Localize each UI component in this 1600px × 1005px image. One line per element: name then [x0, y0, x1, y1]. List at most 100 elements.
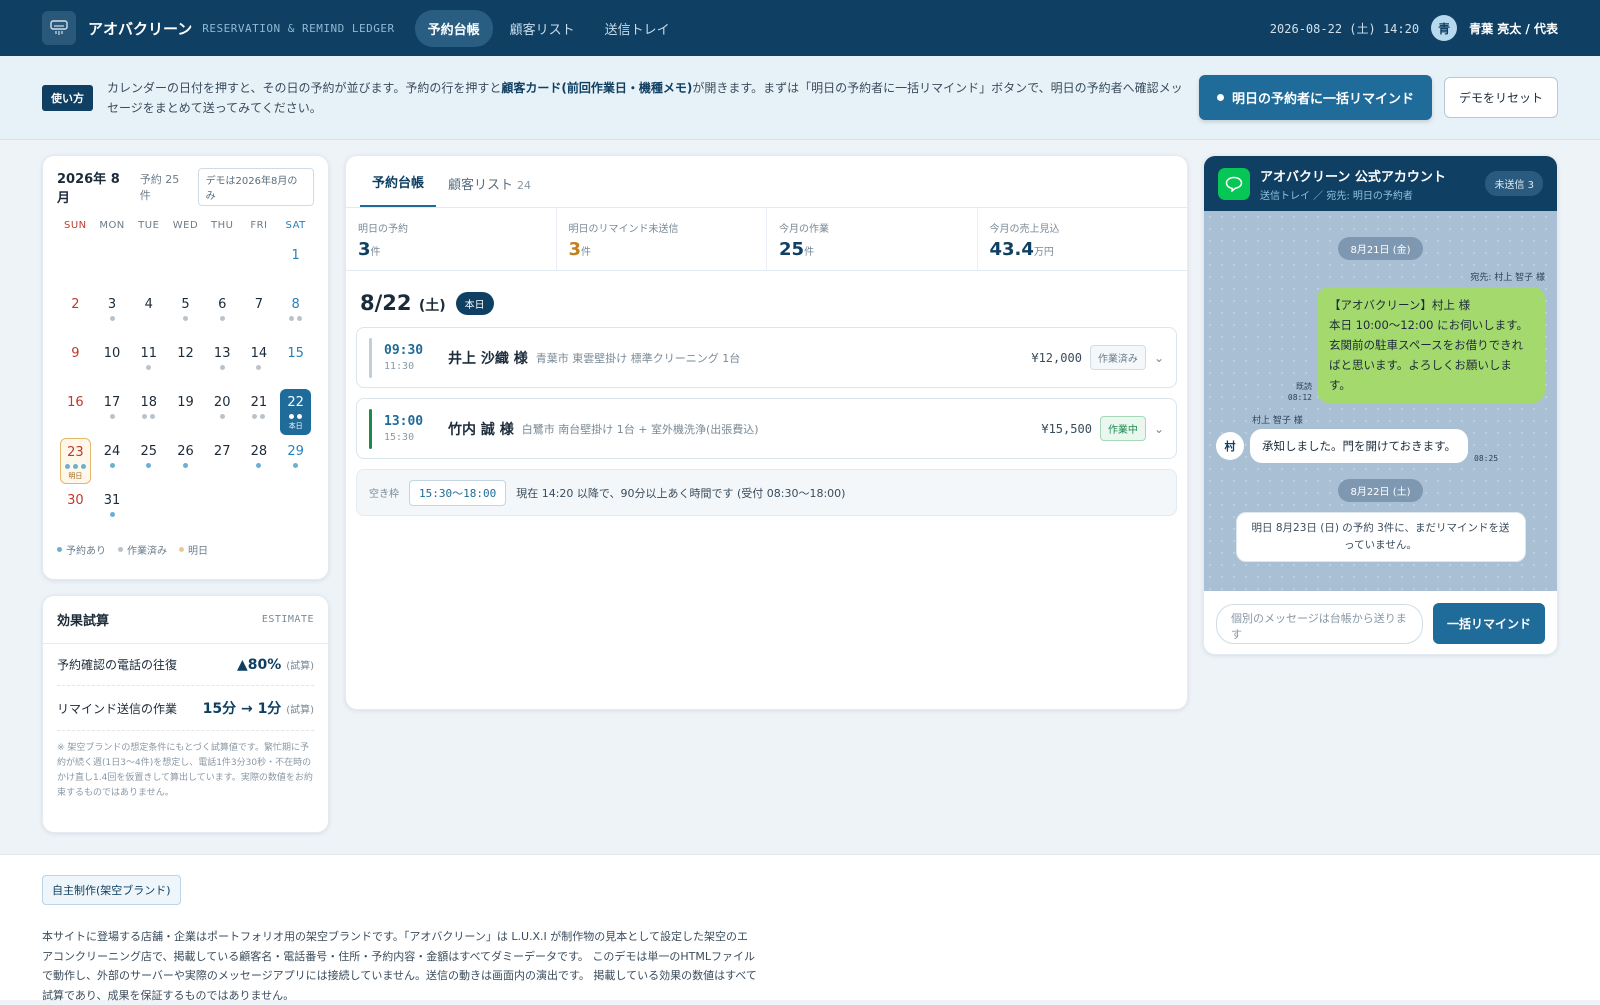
estimate-label: リマインド送信の作業 [57, 701, 178, 716]
appointment-end: 15:30 [384, 432, 415, 443]
user-avatar[interactable]: 青 [1431, 15, 1458, 41]
calendar-day[interactable]: 5 [167, 291, 204, 340]
calendar-day[interactable]: 8 [277, 291, 314, 340]
calendar-day[interactable]: 12 [167, 340, 204, 389]
chat-footer: 個別のメッセージは台帳から送ります 一括リマインド [1204, 591, 1557, 654]
calendar-day[interactable]: 4 [130, 291, 167, 340]
calendar-day[interactable]: 24 [94, 438, 131, 487]
calendar-day[interactable]: 19 [167, 389, 204, 438]
nav-tab-customers[interactable]: 顧客リスト [497, 10, 588, 47]
booking-dot [142, 414, 148, 419]
appointment-row[interactable]: 13:00 15:30 竹内 誠 様 白鷺市 南台壁掛け 1台 + 室外機洗浄(出… [356, 398, 1177, 459]
free-slot-range[interactable]: 15:30〜18:00 [409, 479, 507, 506]
day-dots [64, 464, 86, 469]
calendar-day[interactable]: 10 [94, 340, 131, 389]
booking-dot [289, 414, 295, 419]
calendar-day[interactable]: 1 [277, 242, 314, 291]
estimate-title: 効果試算 [57, 614, 110, 629]
appointment-time: 13:00 15:30 [384, 414, 448, 443]
outgoing-time: 08:12 [1287, 393, 1312, 402]
day-number: 2 [71, 297, 80, 312]
chevron-down-icon[interactable]: ⌄ [1154, 351, 1164, 365]
legend-done-dot [118, 547, 123, 552]
calendar-day[interactable]: 31 [94, 487, 131, 536]
calendar-day[interactable]: 28 [241, 438, 278, 487]
incoming-message-row: 村 承知しました。門を開けておきます。 08:25 [1216, 429, 1545, 463]
tab-ledger-label: 予約台帳 [372, 176, 425, 191]
calendar-day[interactable]: 27 [204, 438, 241, 487]
unsent-count-badge: 未送信 3 [1485, 171, 1543, 196]
chat-body[interactable]: 8月21日 (金) 宛先: 村上 智子 様 既読 08:12 【アオバクリーン】村… [1204, 211, 1557, 591]
calendar-day[interactable]: 16 [57, 389, 94, 438]
stat-label: 今月の売上見込 [989, 224, 1060, 235]
booking-dot [289, 316, 295, 321]
calendar-day[interactable]: 9 [57, 340, 94, 389]
nav-tab-ledger[interactable]: 予約台帳 [414, 9, 493, 47]
day-dots [109, 463, 115, 468]
calendar-day[interactable]: 14 [241, 340, 278, 389]
tab-customers[interactable]: 顧客リスト 24 [436, 174, 543, 207]
calendar-day[interactable]: 15 [277, 340, 314, 389]
calendar-day[interactable]: 18 [130, 389, 167, 438]
calendar-day[interactable]: 29 [277, 438, 314, 487]
stat-number: 43.4 [989, 239, 1034, 260]
calendar-day[interactable]: 25 [130, 438, 167, 487]
estimate-value-unit: (試算) [286, 660, 314, 672]
calendar-day[interactable]: 30 [57, 487, 94, 536]
calendar-day[interactable]: 26 [167, 438, 204, 487]
day-header: 8/22 (土) 本日 [346, 271, 1187, 327]
estimate-value: 15分 → 1分 (試算) [203, 698, 314, 718]
day-number: 23 [67, 445, 84, 460]
legend-done-label: 作業済み [127, 546, 167, 557]
usage-text-bold: 顧客カード(前回作業日・機種メモ) [501, 80, 693, 95]
day-number: 24 [103, 444, 121, 459]
tab-ledger[interactable]: 予約台帳 [360, 172, 437, 207]
appointment-description: 青葉市 東雲壁掛け 標準クリーニング 1台 [535, 351, 741, 365]
stat-unit: 件 [804, 247, 815, 258]
estimate-value-number: 15分 → 1分 [202, 701, 282, 717]
calendar-day[interactable]: 3 [94, 291, 131, 340]
calendar-day[interactable]: 23 明日 [60, 438, 91, 484]
stats-row: 明日の予約 3件 明日のリマインド未送信 3件 今月の作業 25件 今月の売上見込 43… [346, 208, 1187, 271]
booking-dot [297, 316, 303, 321]
day-number: 19 [177, 395, 194, 410]
status-badge: 作業中 [1099, 416, 1146, 441]
calendar-day[interactable]: 22 本日 [280, 389, 311, 435]
calendar-day[interactable]: 20 [204, 389, 241, 438]
calendar-day[interactable]: 17 [94, 389, 131, 438]
calendar-day[interactable]: 11 [130, 340, 167, 389]
day-number: 25 [140, 444, 158, 459]
weekday-header: THU [210, 220, 234, 231]
tab-customers-count: 24 [517, 179, 532, 192]
day-dots [109, 512, 115, 517]
calendar-day[interactable]: 6 [204, 291, 241, 340]
booking-dot [260, 414, 266, 419]
weekday-header: WED [172, 220, 199, 231]
calendar-legend: 予約あり 作業済み 明日 [57, 542, 208, 557]
stat-label: 明日のリマインド未送信 [568, 224, 679, 235]
calendar-day[interactable]: 7 [241, 291, 278, 340]
day-number: 12 [177, 346, 194, 361]
appointment-description: 白鷺市 南台壁掛け 1台 + 室外機洗浄(出張費込) [521, 422, 759, 436]
calendar-day[interactable]: 2 [57, 291, 94, 340]
message-recipient: 宛先: 村上 智子 様 [1470, 273, 1545, 283]
appointment-time: 09:30 11:30 [384, 343, 448, 372]
calendar-day[interactable]: 13 [204, 340, 241, 389]
bulk-remind-button[interactable]: 一括リマインド [1432, 603, 1545, 644]
nav-tab-outbox[interactable]: 送信トレイ [592, 10, 683, 47]
remind-tomorrow-button[interactable]: 明日の予約者に一括リマインド [1198, 75, 1432, 120]
calendar-day[interactable]: 21 [241, 389, 278, 438]
booking-dot [72, 464, 78, 469]
appointment-price: ¥15,500 [1041, 421, 1092, 436]
day-number: 18 [140, 395, 158, 410]
message-input[interactable]: 個別のメッセージは台帳から送ります [1216, 603, 1423, 644]
legend-booked-dot [57, 547, 62, 552]
legend-tomorrow: 明日 [179, 542, 208, 557]
appointment-row[interactable]: 09:30 11:30 井上 沙織 様 青葉市 東雲壁掛け 標準クリーニング 1台… [356, 327, 1177, 388]
ledger-card: 予約台帳 顧客リスト 24 明日の予約 3件 明日のリマインド未送信 3件 今月の作業… [345, 155, 1188, 710]
chevron-down-icon[interactable]: ⌄ [1154, 422, 1164, 436]
legend-tomorrow-dot [179, 547, 184, 552]
usage-text-part1: カレンダーの日付を押すと、その日の予約が並びます。予約の行を押すと [107, 80, 502, 95]
calendar-empty-cell [241, 242, 278, 291]
reset-demo-button[interactable]: デモをリセット [1443, 77, 1558, 118]
